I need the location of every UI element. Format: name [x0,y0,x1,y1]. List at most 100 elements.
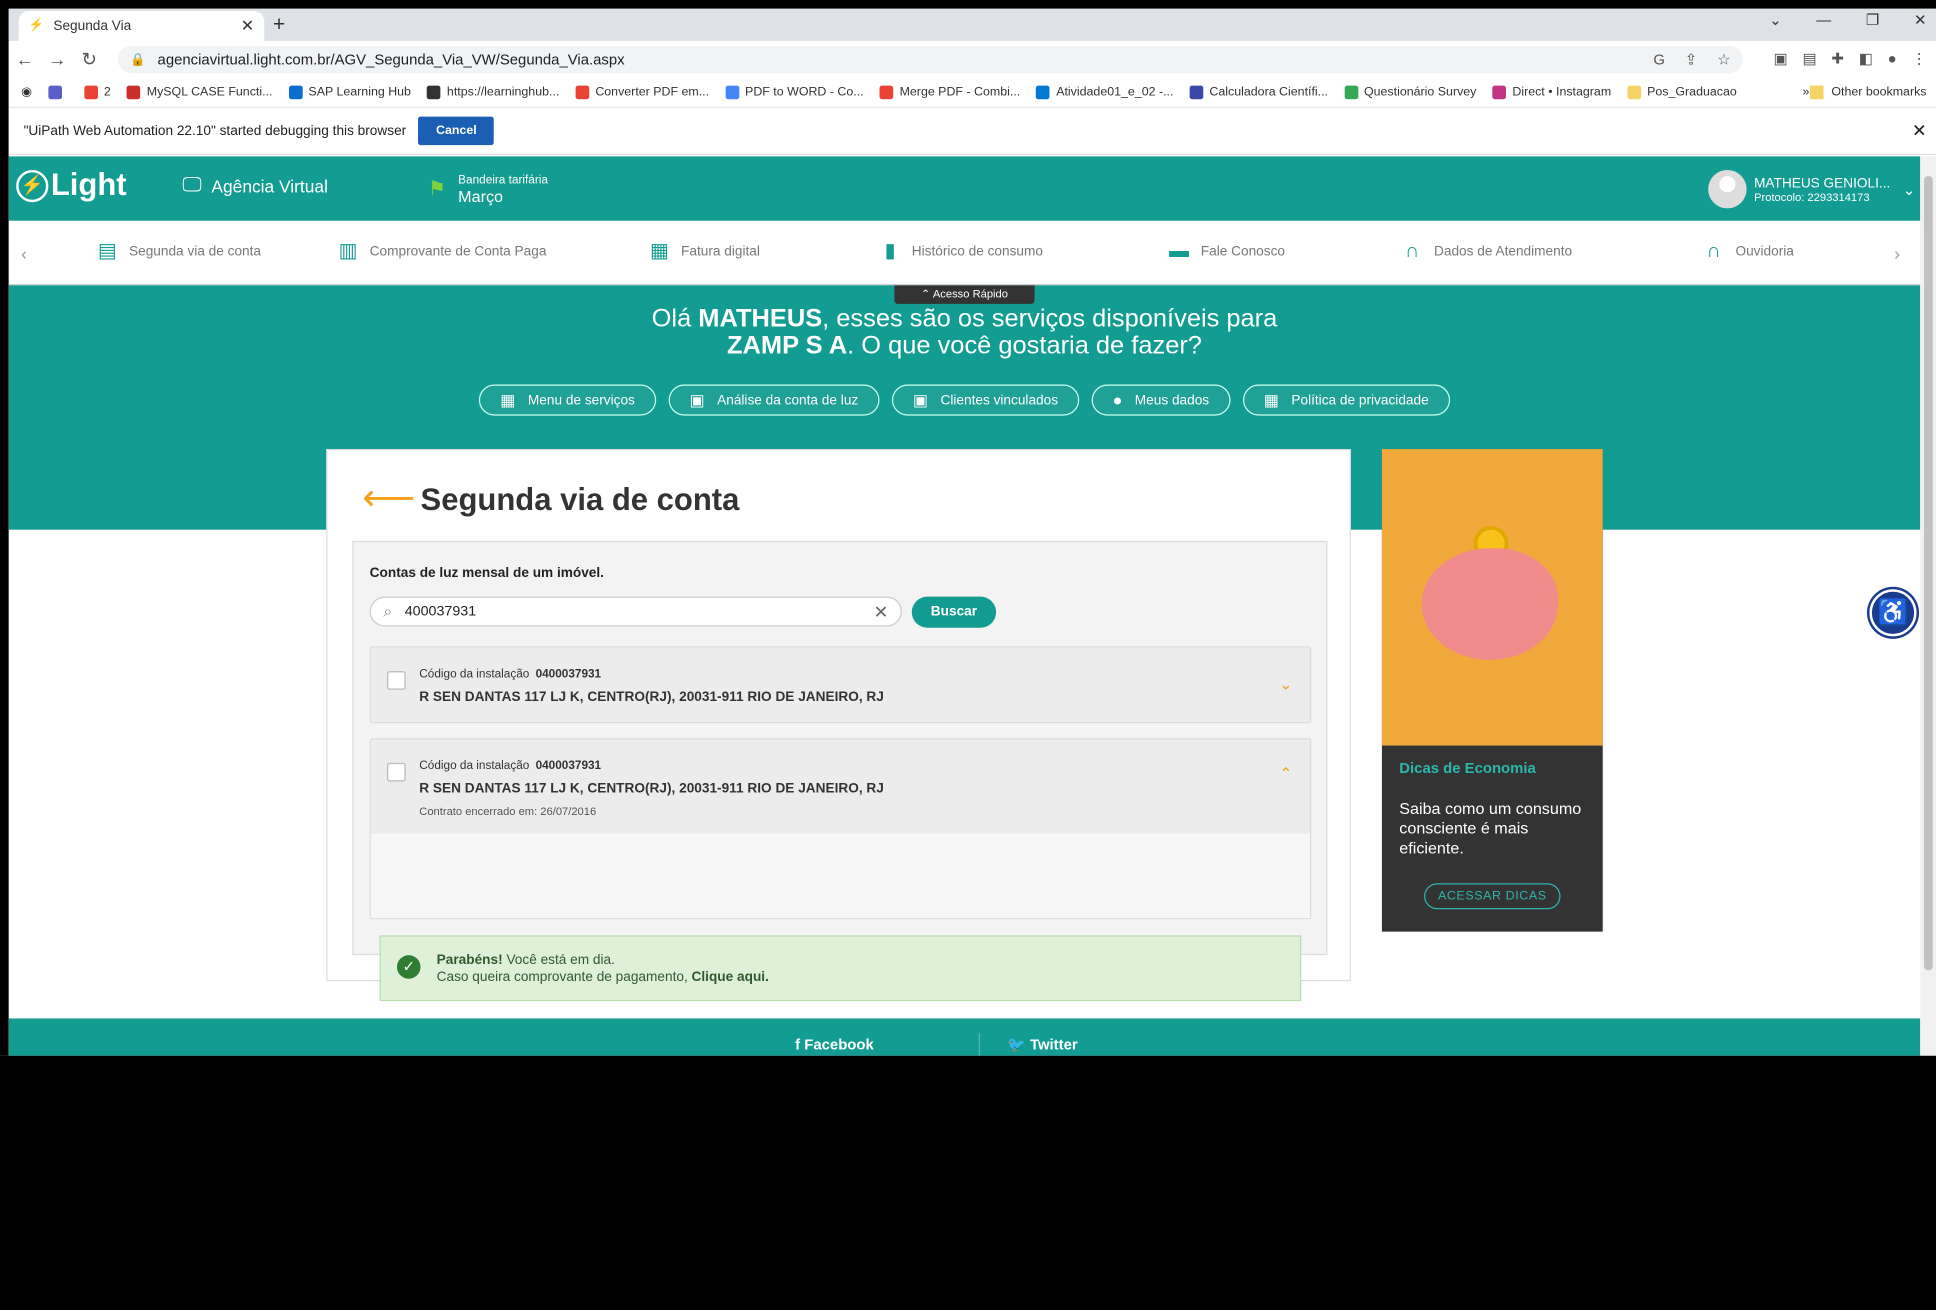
extension-icon[interactable]: ▣ [1773,50,1787,67]
forward-icon[interactable]: → [41,49,73,70]
lock-icon[interactable]: 🔒 [130,53,145,67]
pill-label: Política de privacidade [1291,392,1429,408]
bookmark-item[interactable]: https://learninghub... [427,85,559,100]
bookmark-item[interactable]: SAP Learning Hub [288,85,411,100]
bandeira-tarifaria[interactable]: ⚑ Bandeira tarifária Março [428,174,548,206]
quick-action-pill[interactable]: ▣ Clientes vinculados [891,384,1080,416]
address-bar[interactable]: 🔒 agenciavirtual.light.com.br/AGV_Segund… [117,45,1743,74]
bookmark-item[interactable]: ◉ [21,86,32,100]
accessibility-icon[interactable]: ♿ [1869,589,1917,637]
profile-icon[interactable]: ● [1888,50,1897,67]
bookmark-label: 2 [103,85,111,100]
quick-action-pill[interactable]: ▦ Política de privacidade [1242,384,1450,416]
tab-strip: ⚡ Segunda Via ✕ + ⌄ — ❐ ✕ [8,8,1936,41]
agencia-label: Agência Virtual [211,176,328,196]
quick-action-pill[interactable]: ● Meus dados [1091,384,1231,416]
google-icon[interactable]: G [1653,51,1665,68]
extension-icon[interactable]: ▤ [1802,50,1816,67]
bookmark-item[interactable]: Questionário Survey [1344,85,1476,100]
greeting-company: ZAMP S A [727,331,848,360]
bookmark-item[interactable]: PDF to WORD - Co... [725,85,864,100]
code-value: 0400037931 [535,759,602,773]
more-bookmarks-icon[interactable]: » [1803,86,1810,100]
nav-item[interactable]: ▥ Comprovante de Conta Paga [336,239,547,263]
nav-item[interactable]: ▮ Histórico de consumo [878,239,1043,263]
close-infobar-icon[interactable]: ✕ [1912,120,1927,141]
page-title: Segunda via de conta [420,482,740,518]
bookmark-favicon-icon [1036,85,1050,100]
bookmark-item[interactable] [48,85,68,100]
bookmark-favicon-icon [126,85,141,100]
scrollbar-thumb[interactable] [1924,176,1933,971]
chevron-down-icon[interactable]: ⌄ [1279,675,1293,695]
code-value: 0400037931 [535,667,602,682]
bookmark-favicon-icon [725,85,739,100]
new-tab-icon[interactable]: + [273,12,285,37]
sidepanel-icon[interactable]: ◧ [1859,50,1873,67]
nav-next-icon[interactable]: › [1894,243,1900,263]
close-tab-icon[interactable]: ✕ [241,16,255,36]
contact-card-icon: ▣ [912,390,929,409]
debug-infobar: "UiPath Web Automation 22.10" started de… [8,107,1936,156]
chevron-up-icon[interactable]: ⌃ [1279,764,1293,784]
nav-item[interactable]: ∩ Dados de Atendimento [1401,239,1572,263]
reload-icon[interactable]: ↻ [73,48,105,71]
agencia-virtual-link[interactable]: 🖵 Agência Virtual [182,175,328,197]
account-item[interactable]: Código da instalação 0400037931 R SEN DAN… [369,646,1312,724]
twitter-label: Twitter [1029,1035,1078,1054]
window-controls: ⌄ — ❐ ✕ [1769,11,1926,28]
nav-item[interactable]: ▬ Fale Conosco [1167,239,1285,263]
bookmark-item[interactable]: 2 [84,85,111,100]
account-checkbox[interactable] [387,762,406,782]
menu-icon[interactable]: ⋮ [1912,50,1927,67]
browser-tab[interactable]: ⚡ Segunda Via ✕ [18,11,265,41]
tab-search-icon[interactable]: ⌄ [1769,11,1781,28]
clear-search-icon[interactable]: ✕ [874,601,889,622]
account-item-expanded[interactable]: Código da instalação 0400037931 R SEN DAN… [369,738,1312,1002]
bookmark-favicon-icon [84,85,98,100]
bookmark-label: Calculadora Científi... [1209,85,1329,100]
cancel-debug-button[interactable]: Cancel [418,116,495,146]
acesso-rapido-tab[interactable]: ⌃ Acesso Rápido [894,285,1035,304]
back-arrow-icon[interactable]: ⟵ [362,478,415,520]
installation-code: Código da instalação 0400037931 [419,759,601,773]
buscar-button[interactable]: Buscar [911,596,997,628]
user-menu[interactable]: MATHEUS GENIOLI... Protocolo: 2293314173… [1708,169,1915,209]
bookmark-item[interactable]: Direct • Instagram [1492,85,1611,100]
chevron-down-icon[interactable]: ⌄ [1903,180,1915,197]
acessar-dicas-button[interactable]: ACESSAR DICAS [1424,883,1561,910]
grid-icon: ▦ [1263,390,1279,409]
bookmark-item[interactable]: Pos_Graduacao [1627,85,1737,100]
star-icon[interactable]: ☆ [1717,51,1730,68]
bandeira-label: Bandeira tarifária [458,173,548,188]
light-logo[interactable]: ⚡ Light [16,167,127,203]
bookmark-item[interactable]: Converter PDF em... [575,85,709,100]
bookmark-item[interactable]: MySQL CASE Functi... [126,85,273,100]
close-window-icon[interactable]: ✕ [1914,11,1926,28]
bookmark-item[interactable]: Calculadora Científi... [1189,85,1329,100]
nav-prev-icon[interactable]: ‹ [21,243,27,263]
share-icon[interactable]: ⇪ [1685,51,1697,68]
nav-item[interactable]: ∩ Ouvidoria [1702,239,1794,263]
restore-icon[interactable]: ❐ [1866,11,1879,28]
minimize-icon[interactable]: — [1816,11,1831,28]
page-scrollbar[interactable] [1920,156,1936,1056]
other-bookmarks[interactable]: Other bookmarks [1810,85,1926,100]
clique-aqui-link[interactable]: Clique aqui. [692,970,769,985]
protocol-number: Protocolo: 2293314173 [1754,190,1870,203]
bookmark-item[interactable]: Merge PDF - Combi... [879,85,1020,100]
search-input[interactable]: ⌕ 400037931 ✕ [369,596,902,627]
back-icon[interactable]: ← [9,49,41,70]
nav-item[interactable]: ▦ Fatura digital [648,239,760,263]
nav-item-label: Histórico de consumo [911,243,1043,259]
puzzle-icon[interactable]: ✚ [1831,50,1843,67]
nav-item[interactable]: ▤ Segunda via de conta [96,239,262,263]
twitter-link[interactable]: 🐦 Twitter [1007,1036,1077,1053]
account-checkbox[interactable] [387,671,406,690]
quick-action-pill[interactable]: ▣ Análise da conta de luz [668,384,880,416]
bookmark-item[interactable]: Atividade01_e_02 -... [1036,85,1173,100]
quick-action-pill[interactable]: ▦ Menu de serviços [479,384,656,416]
facebook-link[interactable]: f Facebook [795,1036,874,1053]
check-circle-icon: ✓ [396,955,421,979]
bookmark-favicon-icon [427,85,441,100]
